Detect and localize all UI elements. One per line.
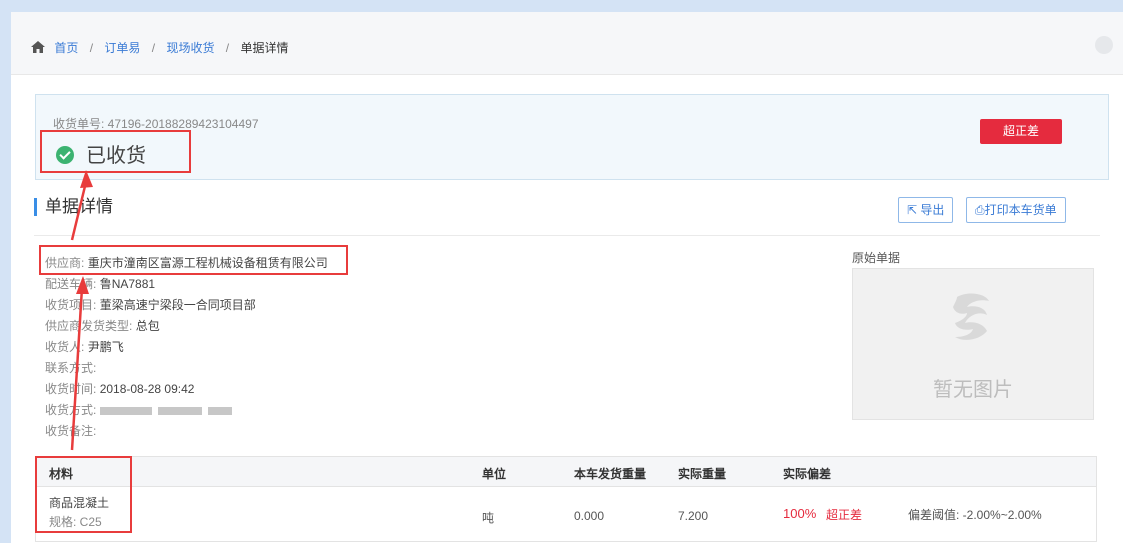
- table-row[interactable]: 商品混凝土 规格: C25 吨 0.000 7.200 100% 超正差 偏差阈…: [36, 487, 1096, 541]
- breadcrumb-separator: /: [89, 41, 94, 55]
- vehicle-value: 鲁NA7881: [99, 277, 156, 291]
- no-image-text: 暂无图片: [933, 379, 1013, 401]
- print-button[interactable]: ⎙打印本车货单: [966, 197, 1066, 223]
- annotation-box-material: [35, 456, 132, 533]
- left-strip: [0, 12, 11, 543]
- contact-label: 联系方式:: [45, 361, 97, 375]
- project-label: 收货项目:: [45, 298, 97, 312]
- unit-cell: 吨: [482, 511, 495, 525]
- top-strip: [0, 0, 1123, 12]
- printer-icon: ⎙: [975, 203, 985, 217]
- actual-weight-cell: 7.200: [678, 509, 709, 523]
- receiver-label: 收货人:: [45, 340, 85, 354]
- vehicle-row: 配送车辆: 鲁NA7881: [45, 274, 328, 295]
- vehicle-label: 配送车辆:: [45, 277, 97, 291]
- ship-type-label: 供应商发货类型:: [45, 319, 133, 333]
- deviation-tag: 超正差: [826, 508, 863, 522]
- time-label: 收货时间:: [45, 382, 97, 396]
- print-label: 打印本车货单: [984, 203, 1057, 217]
- breadcrumb-separator: /: [225, 41, 230, 55]
- header-ship-weight: 本车发货重量: [574, 467, 647, 481]
- divider: [34, 235, 1100, 236]
- main-content: 首页 / 订单易 / 现场收货 / 单据详情 收货单号: 47196-20188…: [11, 12, 1123, 543]
- ship-type-row: 供应商发货类型: 总包: [45, 316, 328, 337]
- home-icon[interactable]: [31, 41, 45, 53]
- breadcrumb-order[interactable]: 订单易: [104, 41, 140, 55]
- annotation-box-status: [40, 130, 191, 173]
- time-value: 2018-08-28 09:42: [99, 382, 195, 396]
- table-header: 材料 单位 本车发货重量 实际重量 实际偏差: [36, 457, 1096, 487]
- project-value: 董梁高速宁梁段一合同项目部: [99, 298, 256, 312]
- redacted-block: [157, 406, 202, 415]
- refresh-icon[interactable]: [1095, 36, 1113, 54]
- breadcrumb: 首页 / 订单易 / 现场收货 / 单据详情: [31, 39, 289, 56]
- remark-row: 收货备注:: [45, 421, 328, 442]
- header-actual-weight: 实际重量: [678, 467, 727, 481]
- deviation-cell: 100%: [783, 506, 817, 521]
- header-deviation: 实际偏差: [783, 467, 832, 481]
- original-doc-label: 原始单据: [852, 251, 901, 265]
- breadcrumb-bar: 首页 / 订单易 / 现场收货 / 单据详情: [11, 12, 1123, 75]
- export-button[interactable]: ⇱ 导出: [898, 197, 954, 223]
- method-label: 收货方式:: [45, 403, 97, 417]
- ship-weight-cell: 0.000: [574, 509, 605, 523]
- redacted-block: [99, 406, 152, 415]
- project-row: 收货项目: 董梁高速宁梁段一合同项目部: [45, 295, 328, 316]
- header-unit: 单位: [482, 467, 507, 481]
- export-icon: ⇱: [907, 203, 918, 217]
- ship-type-value: 总包: [135, 319, 160, 333]
- materials-table: 材料 单位 本车发货重量 实际重量 实际偏差 商品混凝土 规格: C25 吨 0…: [35, 456, 1097, 542]
- contact-row: 联系方式:: [45, 358, 328, 379]
- section-title: 单据详情: [34, 198, 113, 216]
- annotation-box-supplier: [39, 245, 348, 275]
- time-row: 收货时间: 2018-08-28 09:42: [45, 379, 328, 400]
- breadcrumb-receiving[interactable]: 现场收货: [166, 41, 214, 55]
- breadcrumb-home[interactable]: 首页: [54, 41, 78, 55]
- receiver-row: 收货人: 尹鹏飞: [45, 337, 328, 358]
- breadcrumb-separator: /: [151, 41, 156, 55]
- receiver-value: 尹鹏飞: [87, 340, 124, 354]
- breadcrumb-current: 单据详情: [240, 41, 289, 55]
- threshold-cell: 偏差阈值: -2.00%~2.00%: [908, 508, 1042, 522]
- method-row: 收货方式:: [45, 400, 328, 421]
- original-doc-image: 暂无图片: [852, 268, 1094, 420]
- no-image-icon: [953, 293, 989, 340]
- over-deviation-button[interactable]: 超正差: [980, 119, 1062, 144]
- remark-label: 收货备注:: [45, 424, 97, 438]
- export-label: 导出: [920, 203, 945, 217]
- status-panel: 收货单号: 47196-20188289423104497 已收货 超正差: [35, 94, 1109, 180]
- info-list: 供应商: 重庆市潼南区富源工程机械设备租赁有限公司 配送车辆: 鲁NA7881 …: [45, 253, 328, 442]
- redacted-block: [207, 406, 232, 415]
